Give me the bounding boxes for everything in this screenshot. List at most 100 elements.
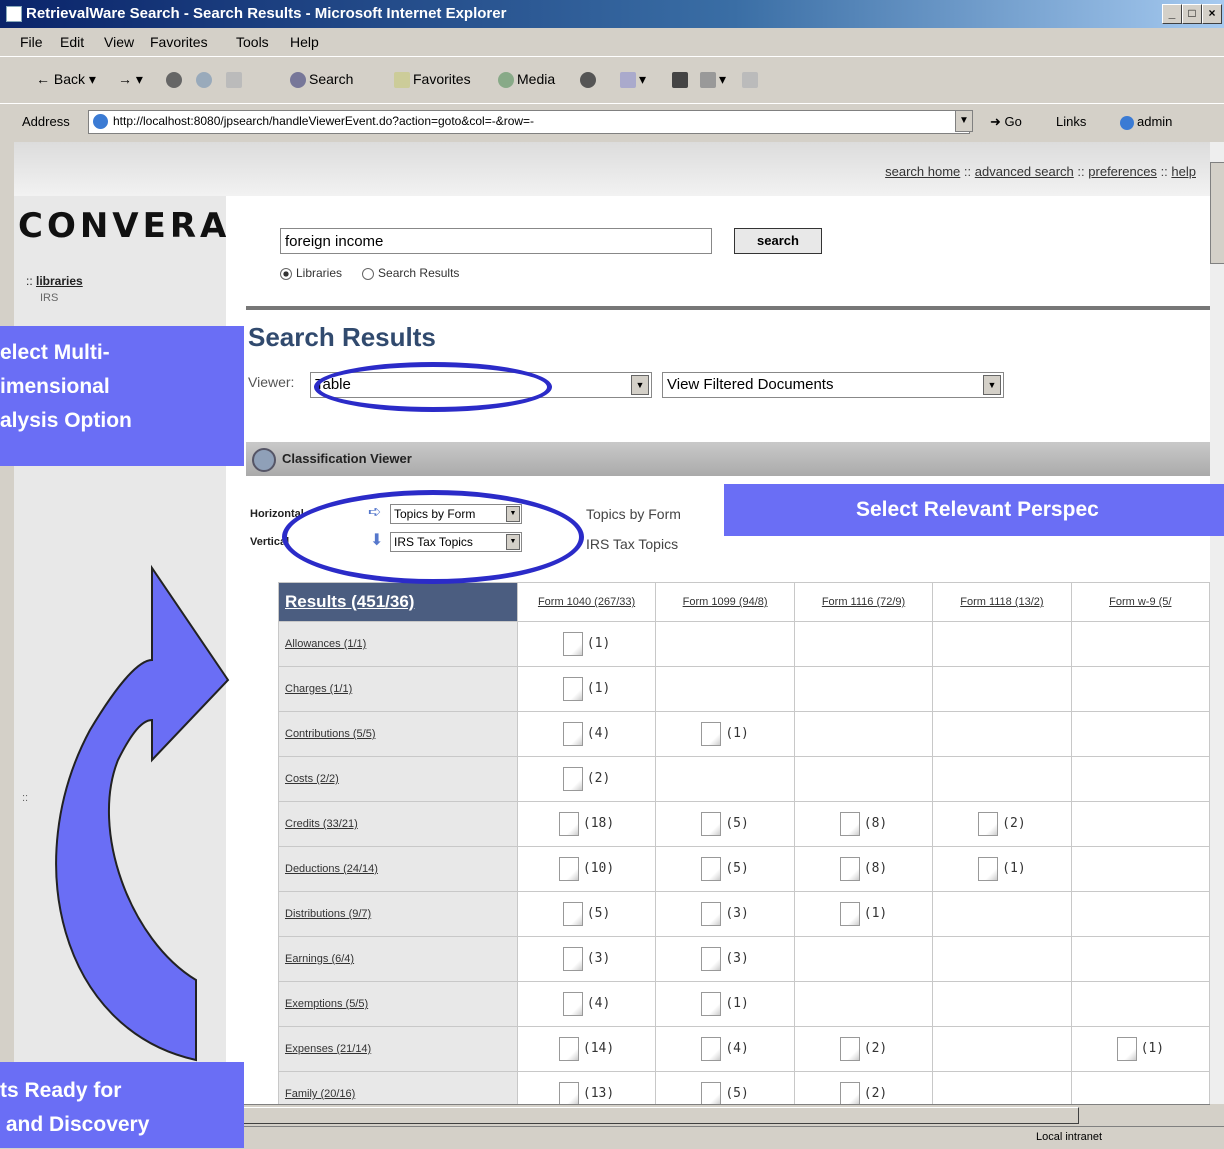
search-home-link[interactable]: search home bbox=[885, 164, 960, 179]
history-icon[interactable] bbox=[580, 71, 599, 89]
column-header[interactable]: Form w-9 (5/ bbox=[1070, 582, 1210, 622]
menu-help[interactable]: Help bbox=[290, 34, 319, 50]
table-cell[interactable]: (5) bbox=[655, 801, 795, 847]
document-icon[interactable] bbox=[562, 767, 583, 791]
document-icon[interactable] bbox=[558, 1082, 579, 1104]
table-cell[interactable]: (8) bbox=[793, 801, 934, 847]
search-toolbar-button[interactable]: Search bbox=[290, 71, 353, 89]
advanced-search-link[interactable]: advanced search bbox=[975, 164, 1074, 179]
mail-icon[interactable]: ▾ bbox=[620, 71, 646, 89]
filter-select[interactable]: View Filtered Documents ▼ bbox=[662, 372, 1004, 398]
media-toolbar-button[interactable]: Media bbox=[498, 71, 555, 89]
preferences-link[interactable]: preferences bbox=[1088, 164, 1157, 179]
collapse-icon[interactable] bbox=[252, 448, 276, 472]
table-cell[interactable]: (2) bbox=[932, 801, 1072, 847]
library-item-irs[interactable]: IRS bbox=[40, 292, 58, 304]
radio-libraries[interactable]: Libraries bbox=[280, 266, 342, 280]
table-cell[interactable]: (1) bbox=[793, 891, 934, 937]
search-button[interactable]: search bbox=[734, 228, 822, 254]
row-header[interactable]: Deductions (24/14) bbox=[278, 846, 518, 892]
table-cell[interactable]: (1) bbox=[1070, 1026, 1210, 1072]
document-icon[interactable] bbox=[839, 1037, 860, 1061]
document-icon[interactable] bbox=[839, 812, 860, 836]
close-button[interactable]: × bbox=[1202, 4, 1222, 24]
document-icon[interactable] bbox=[701, 902, 722, 926]
document-icon[interactable] bbox=[562, 677, 583, 701]
stop-icon[interactable] bbox=[166, 71, 185, 89]
row-header[interactable]: Exemptions (5/5) bbox=[278, 981, 518, 1027]
row-header[interactable]: Charges (1/1) bbox=[278, 666, 518, 712]
table-cell[interactable]: (3) bbox=[516, 936, 657, 982]
document-icon[interactable] bbox=[558, 1037, 579, 1061]
table-cell[interactable]: (5) bbox=[516, 891, 657, 937]
admin-link[interactable]: admin bbox=[1120, 114, 1172, 130]
document-icon[interactable] bbox=[701, 947, 722, 971]
menu-file[interactable]: File bbox=[20, 34, 43, 50]
discuss-icon[interactable] bbox=[742, 71, 761, 89]
home-icon[interactable] bbox=[226, 71, 245, 89]
table-cell[interactable]: (5) bbox=[655, 846, 795, 892]
table-cell[interactable]: (8) bbox=[793, 846, 934, 892]
table-cell[interactable]: (1) bbox=[516, 666, 657, 712]
row-header[interactable]: Expenses (21/14) bbox=[278, 1026, 518, 1072]
document-icon[interactable] bbox=[701, 992, 722, 1016]
results-total-link[interactable]: Results (451/36) bbox=[278, 582, 518, 622]
table-cell[interactable]: (4) bbox=[516, 981, 657, 1027]
column-header[interactable]: Form 1116 (72/9) bbox=[793, 582, 934, 622]
table-cell[interactable]: (1) bbox=[516, 621, 657, 667]
radio-search-results[interactable]: Search Results bbox=[362, 266, 459, 280]
print-icon[interactable] bbox=[672, 71, 691, 89]
row-header[interactable]: Allowances (1/1) bbox=[278, 621, 518, 667]
search-input[interactable]: foreign income bbox=[280, 228, 712, 254]
document-icon[interactable] bbox=[839, 902, 860, 926]
edit-icon[interactable]: ▾ bbox=[700, 71, 726, 89]
column-header[interactable]: Form 1099 (94/8) bbox=[655, 582, 795, 622]
go-button[interactable]: ➜ Go bbox=[990, 114, 1022, 130]
table-cell[interactable]: (1) bbox=[655, 981, 795, 1027]
document-icon[interactable] bbox=[701, 857, 722, 881]
document-icon[interactable] bbox=[978, 812, 999, 836]
minimize-button[interactable]: _ bbox=[1162, 4, 1182, 24]
column-header[interactable]: Form 1118 (13/2) bbox=[932, 582, 1072, 622]
classification-viewer-bar[interactable]: Classification Viewer bbox=[246, 442, 1210, 476]
document-icon[interactable] bbox=[562, 992, 583, 1016]
table-cell[interactable]: (2) bbox=[516, 756, 657, 802]
table-cell[interactable]: (3) bbox=[655, 891, 795, 937]
document-icon[interactable] bbox=[701, 1037, 722, 1061]
document-icon[interactable] bbox=[701, 1082, 722, 1104]
links-button[interactable]: Links bbox=[1056, 114, 1086, 129]
vertical-scrollbar[interactable] bbox=[1210, 142, 1224, 1104]
maximize-button[interactable]: □ bbox=[1182, 4, 1202, 24]
horizontal-scrollbar[interactable] bbox=[225, 1104, 1210, 1125]
document-icon[interactable] bbox=[978, 857, 999, 881]
document-icon[interactable] bbox=[558, 857, 579, 881]
document-icon[interactable] bbox=[562, 947, 583, 971]
forward-button[interactable]: → ▾ bbox=[118, 71, 143, 88]
table-cell[interactable]: (5) bbox=[655, 1071, 795, 1104]
row-header[interactable]: Distributions (9/7) bbox=[278, 891, 518, 937]
table-cell[interactable]: (2) bbox=[793, 1026, 934, 1072]
row-header[interactable]: Costs (2/2) bbox=[278, 756, 518, 802]
document-icon[interactable] bbox=[562, 722, 583, 746]
table-cell[interactable]: (3) bbox=[655, 936, 795, 982]
menu-view[interactable]: View bbox=[104, 34, 134, 50]
row-header[interactable]: Earnings (6/4) bbox=[278, 936, 518, 982]
table-cell[interactable]: (2) bbox=[793, 1071, 934, 1104]
row-header[interactable]: Family (20/16) bbox=[278, 1071, 518, 1104]
document-icon[interactable] bbox=[839, 1082, 860, 1104]
table-cell[interactable]: (1) bbox=[932, 846, 1072, 892]
table-cell[interactable]: (4) bbox=[516, 711, 657, 757]
document-icon[interactable] bbox=[839, 857, 860, 881]
table-cell[interactable]: (1) bbox=[655, 711, 795, 757]
favorites-toolbar-button[interactable]: Favorites bbox=[394, 71, 471, 89]
address-dropdown[interactable]: ▼ bbox=[955, 110, 973, 132]
column-header[interactable]: Form 1040 (267/33) bbox=[516, 582, 657, 622]
help-link[interactable]: help bbox=[1171, 164, 1196, 179]
table-cell[interactable]: (14) bbox=[516, 1026, 657, 1072]
libraries-link[interactable]: :: libraries bbox=[26, 274, 83, 288]
row-header[interactable]: Contributions (5/5) bbox=[278, 711, 518, 757]
document-icon[interactable] bbox=[1116, 1037, 1137, 1061]
table-cell[interactable]: (13) bbox=[516, 1071, 657, 1104]
back-button[interactable]: ← Back ▾ bbox=[36, 71, 96, 88]
address-input[interactable]: http://localhost:8080/jpsearch/handleVie… bbox=[88, 110, 970, 134]
